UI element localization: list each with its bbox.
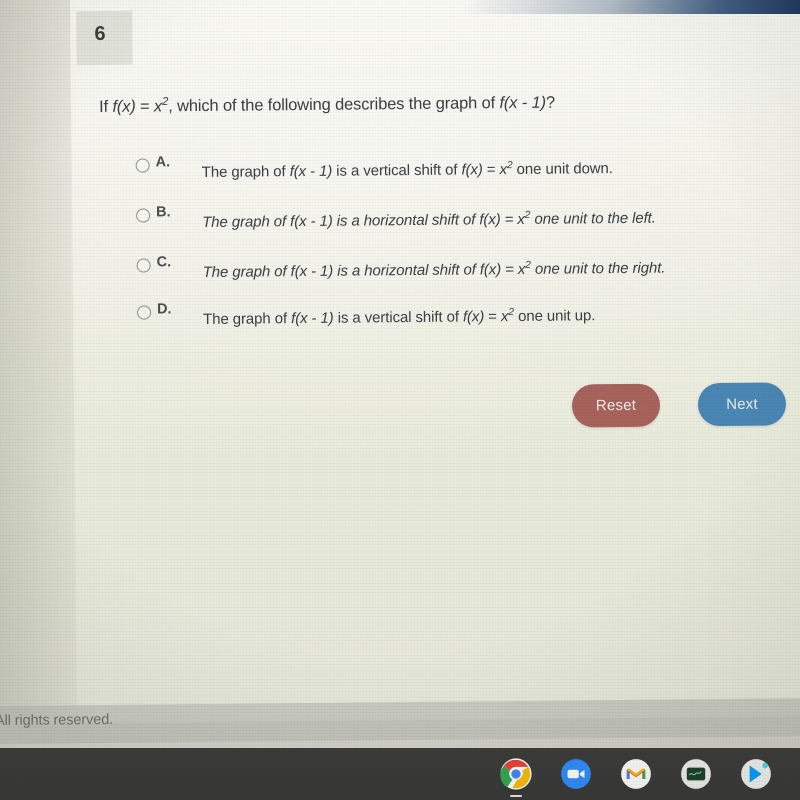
option-text-a: The graph of f(x - 1) is a vertical shif… <box>202 160 613 181</box>
stem-base: x <box>153 97 163 116</box>
opt-c-arg1: (x - 1) <box>294 262 334 281</box>
reset-button[interactable]: Reset <box>571 383 661 428</box>
question-number: 6 <box>94 22 106 46</box>
option-letter-a: A. <box>155 154 171 171</box>
opt-c-arg2: (x) <box>483 261 502 279</box>
opt-b-base: x <box>517 210 525 228</box>
copyright-text: All rights reserved. <box>0 711 114 730</box>
opt-c-pre: The graph of <box>202 263 291 281</box>
zoom-icon[interactable] <box>556 754 596 794</box>
opt-d-post: one unit up. <box>513 307 596 326</box>
opt-a-arg1: (x - 1) <box>293 162 333 181</box>
photographed-screen: 6 If f(x) = x2, which of the following d… <box>0 0 800 800</box>
option-text-c: The graph of f(x - 1) is a horizontal sh… <box>203 260 666 281</box>
stem-arg2: (x - 1) <box>503 93 546 113</box>
footer-band <box>0 698 800 745</box>
option-text-d: The graph of f(x - 1) is a vertical shif… <box>203 307 595 328</box>
option-letter-c: C. <box>156 254 172 271</box>
opt-b-arg2: (x) <box>483 211 501 229</box>
next-button[interactable]: Next <box>697 382 787 427</box>
opt-a-post: one unit down. <box>512 160 613 179</box>
taskbar-app-tray <box>496 754 776 797</box>
option-text-b: The graph of f(x - 1) is a horizontal sh… <box>202 210 656 231</box>
answer-option-b[interactable]: B. The graph of f(x - 1) is a horizontal… <box>136 198 800 232</box>
radio-button-b[interactable] <box>136 208 151 223</box>
opt-b-mid: is a horizontal shift of <box>332 211 480 230</box>
answer-option-c[interactable]: C. The graph of f(x - 1) is a horizontal… <box>136 248 800 282</box>
opt-c-base: x <box>517 260 526 278</box>
opt-d-eq: = <box>484 308 502 326</box>
opt-a-arg2: (x) <box>465 161 483 179</box>
chrome-running-indicator <box>510 794 522 797</box>
taskbar[interactable] <box>0 748 800 800</box>
answer-option-a[interactable]: A. The graph of f(x - 1) is a vertical s… <box>135 148 800 182</box>
opt-d-arg1: (x - 1) <box>295 309 334 328</box>
opt-a-mid: is a vertical shift of <box>332 161 462 180</box>
gmail-icon[interactable] <box>616 754 656 794</box>
stem-equals: = <box>135 97 155 116</box>
radio-button-c[interactable] <box>136 258 151 273</box>
opt-b-pre: The graph of <box>202 213 291 231</box>
answer-option-d[interactable]: D. The graph of f(x - 1) is a vertical s… <box>136 295 800 329</box>
opt-a-pre: The graph of <box>201 163 290 181</box>
stem-middle: , which of the following describes the g… <box>168 94 500 116</box>
quiz-action-buttons: Reset Next <box>571 382 787 428</box>
play-store-icon[interactable] <box>736 754 776 794</box>
opt-c-post: one unit to the right. <box>530 259 666 278</box>
chrome-icon[interactable] <box>496 754 536 797</box>
option-letter-d: D. <box>156 301 172 318</box>
opt-c-mid: is a horizontal shift of <box>333 261 480 280</box>
stem-prefix: If <box>99 97 113 116</box>
opt-a-eq: = <box>482 161 500 179</box>
question-stem: If f(x) = x2, which of the following des… <box>99 91 759 119</box>
opt-b-post: one unit to the left. <box>530 209 656 228</box>
stem-arg1: (x) <box>116 97 136 116</box>
opt-d-pre: The graph of <box>203 310 292 328</box>
radio-button-a[interactable] <box>135 158 150 173</box>
calculator-icon[interactable] <box>676 754 716 794</box>
opt-d-mid: is a vertical shift of <box>333 308 464 327</box>
screen-surface: 6 If f(x) = x2, which of the following d… <box>0 0 800 745</box>
page-left-margin <box>0 0 78 724</box>
option-letter-b: B. <box>156 204 171 221</box>
opt-d-arg2: (x) <box>466 308 485 326</box>
radio-button-d[interactable] <box>136 305 152 320</box>
quiz-card: 6 If f(x) = x2, which of the following d… <box>69 0 800 706</box>
opt-b-eq: = <box>500 210 518 229</box>
opt-b-arg1: (x - 1) <box>294 212 333 231</box>
opt-c-eq: = <box>500 260 518 279</box>
stem-suffix: ? <box>545 93 556 112</box>
